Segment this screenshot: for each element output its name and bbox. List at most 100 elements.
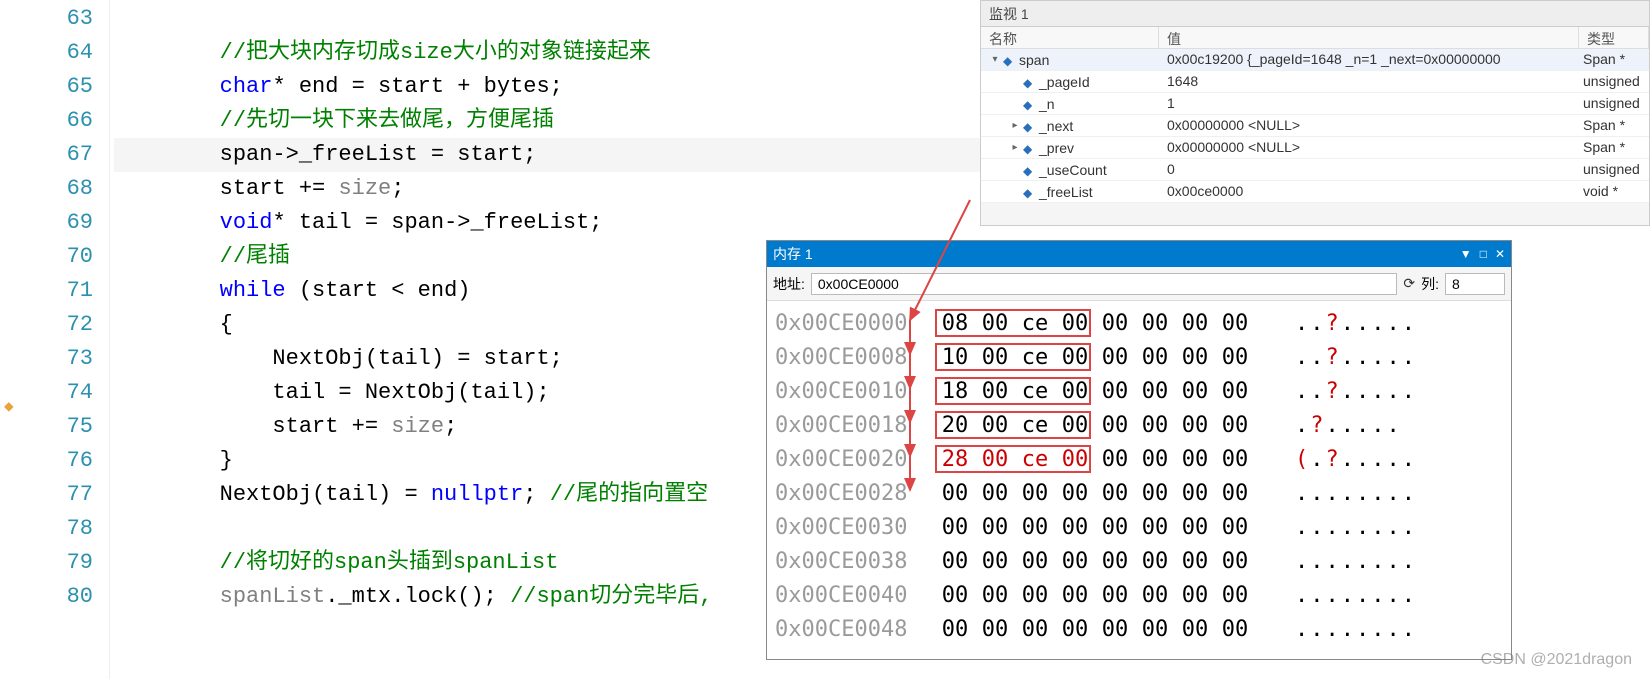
memory-row: 0x00CE00101800ce0000000000..?..... — [775, 375, 1503, 409]
watch-var-name: _useCount — [1039, 162, 1107, 178]
memory-address: 0x00CE0028 — [775, 477, 935, 511]
watch-var-value: 1 — [1159, 93, 1579, 114]
memory-toolbar: 地址: ⟳ 列: — [767, 267, 1511, 301]
watch-row[interactable]: ◆_n1unsigned — [981, 93, 1649, 115]
memory-columns-input[interactable] — [1445, 273, 1505, 295]
close-icon[interactable]: ✕ — [1495, 247, 1505, 261]
memory-address-input[interactable] — [811, 273, 1397, 295]
memory-ascii: ........ — [1295, 511, 1417, 545]
memory-address: 0x00CE0020 — [775, 443, 935, 477]
line-number: 80 — [0, 580, 93, 614]
line-number: 77 — [0, 478, 93, 512]
watch-var-value: 0 — [1159, 159, 1579, 180]
watch-var-name: span — [1019, 52, 1049, 68]
memory-title: 内存 1 — [773, 244, 813, 264]
line-number: 63 — [0, 2, 93, 36]
watch-var-value: 1648 — [1159, 71, 1579, 92]
code-line[interactable]: char* end = start + bytes; — [114, 70, 980, 104]
watch-header-name[interactable]: 名称 — [981, 27, 1159, 48]
memory-hex: 0000000000000000 — [935, 511, 1255, 545]
line-gutter: 636465666768697071727374757677787980 — [0, 0, 110, 679]
watch-var-type: unsigned — [1579, 159, 1649, 180]
refresh-icon[interactable]: ⟳ — [1403, 275, 1415, 292]
memory-titlebar[interactable]: 内存 1 ▼ □ ✕ — [767, 241, 1511, 267]
line-number: 71 — [0, 274, 93, 308]
code-line[interactable]: start += size; — [114, 172, 980, 206]
memory-row: 0x00CE00300000000000000000........ — [775, 511, 1503, 545]
memory-address-label: 地址: — [773, 274, 805, 294]
memory-hex: 0000000000000000 — [935, 613, 1255, 647]
memory-hex: 0000000000000000 — [935, 579, 1255, 613]
expand-icon[interactable]: ▾ — [989, 54, 1001, 65]
code-line[interactable]: //先切一块下来去做尾，方便尾插 — [114, 104, 980, 138]
watch-row[interactable]: ◆_freeList 0x00ce0000void * — [981, 181, 1649, 203]
expand-icon[interactable]: ▸ — [1009, 120, 1021, 131]
line-number: 64 — [0, 36, 93, 70]
watch-var-type: Span * — [1579, 137, 1649, 158]
memory-ascii: ........ — [1295, 579, 1417, 613]
watch-row[interactable]: ▸◆_next0x00000000 <NULL>Span * — [981, 115, 1649, 137]
memory-ascii: ........ — [1295, 545, 1417, 579]
memory-row: 0x00CE00182000ce0000000000 .?..... — [775, 409, 1503, 443]
memory-address: 0x00CE0000 — [775, 307, 935, 341]
memory-row: 0x00CE00380000000000000000........ — [775, 545, 1503, 579]
line-number: 69 — [0, 206, 93, 240]
line-number: 67 — [0, 138, 93, 172]
memory-row: 0x00CE00400000000000000000........ — [775, 579, 1503, 613]
watermark: CSDN @2021dragon — [1481, 651, 1632, 669]
watch-var-value: 0x00c19200 {_pageId=1648 _n=1 _next=0x00… — [1159, 49, 1579, 70]
memory-hex: 0000000000000000 — [935, 545, 1255, 579]
watch-var-type: Span * — [1579, 115, 1649, 136]
watch-panel-title: 监视 1 — [981, 1, 1649, 27]
watch-row[interactable]: ▾◆span 0x00c19200 {_pageId=1648 _n=1 _nex… — [981, 49, 1649, 71]
memory-address: 0x00CE0040 — [775, 579, 935, 613]
watch-header-value[interactable]: 值 — [1159, 27, 1579, 48]
watch-var-name: _freeList — [1039, 184, 1093, 200]
memory-panel: 内存 1 ▼ □ ✕ 地址: ⟳ 列: 0x00CE00000800ce0000… — [766, 240, 1512, 660]
watch-var-type: void * — [1579, 181, 1649, 202]
memory-address: 0x00CE0018 — [775, 409, 935, 443]
memory-ascii: ........ — [1295, 613, 1417, 647]
line-number: 70 — [0, 240, 93, 274]
watch-row[interactable]: ◆_pageId1648unsigned — [981, 71, 1649, 93]
watch-var-type: Span * — [1579, 49, 1649, 70]
code-line[interactable]: span->_freeList = start; — [114, 138, 980, 172]
code-line[interactable]: void* tail = span->_freeList; — [114, 206, 980, 240]
dropdown-icon[interactable]: ▼ — [1460, 247, 1472, 261]
memory-ascii: ..?..... — [1295, 375, 1417, 409]
memory-hex: 1000ce0000000000 — [935, 341, 1255, 375]
line-number: 73 — [0, 342, 93, 376]
line-number: 66 — [0, 104, 93, 138]
watch-var-name: _prev — [1039, 140, 1074, 156]
variable-icon: ◆ — [1023, 186, 1037, 198]
watch-row[interactable]: ▸◆_prev0x00000000 <NULL>Span * — [981, 137, 1649, 159]
memory-ascii: ..?..... — [1295, 341, 1417, 375]
watch-var-value: 0x00000000 <NULL> — [1159, 115, 1579, 136]
memory-row: 0x00CE00280000000000000000........ — [775, 477, 1503, 511]
line-number: 76 — [0, 444, 93, 478]
expand-icon[interactable]: ▸ — [1009, 142, 1021, 153]
line-number: 68 — [0, 172, 93, 206]
memory-row: 0x00CE00480000000000000000........ — [775, 613, 1503, 647]
memory-address: 0x00CE0048 — [775, 613, 935, 647]
memory-ascii: ..?..... — [1295, 307, 1417, 341]
watch-var-value: 0x00ce0000 — [1159, 181, 1579, 202]
watch-header-type[interactable]: 类型 — [1579, 27, 1649, 48]
memory-address: 0x00CE0030 — [775, 511, 935, 545]
memory-hex: 1800ce0000000000 — [935, 375, 1255, 409]
watch-row[interactable]: ◆_useCount0unsigned — [981, 159, 1649, 181]
code-line[interactable] — [114, 2, 980, 36]
watch-var-name: _pageId — [1039, 74, 1090, 90]
watch-header: 名称 值 类型 — [981, 27, 1649, 49]
line-number: 65 — [0, 70, 93, 104]
variable-icon: ◆ — [1003, 54, 1017, 66]
watch-panel: 监视 1 名称 值 类型 ▾◆span0x00c19200 {_pageId=1… — [980, 0, 1650, 226]
memory-hex: 0000000000000000 — [935, 477, 1255, 511]
code-line[interactable]: //把大块内存切成size大小的对象链接起来 — [114, 36, 980, 70]
memory-ascii: (.?..... — [1295, 443, 1417, 477]
breakpoint-arrow-icon: ◆ — [4, 396, 20, 412]
memory-hex: 0800ce0000000000 — [935, 307, 1255, 341]
watch-var-value: 0x00000000 <NULL> — [1159, 137, 1579, 158]
memory-hex: 2800ce0000000000 — [935, 443, 1255, 477]
maximize-icon[interactable]: □ — [1480, 247, 1487, 261]
